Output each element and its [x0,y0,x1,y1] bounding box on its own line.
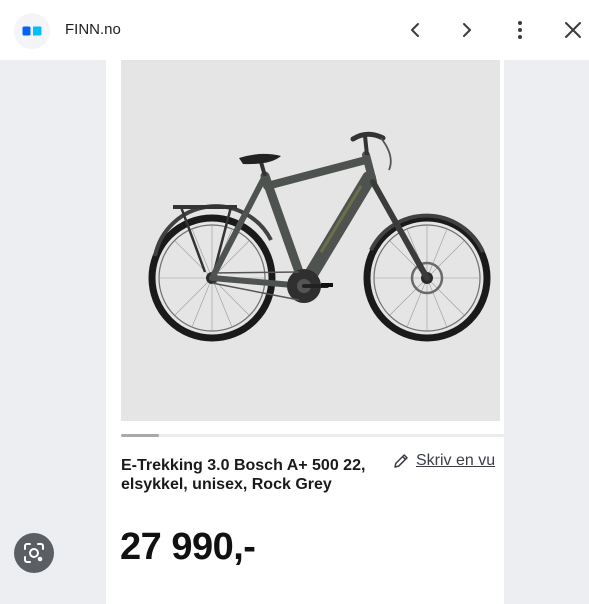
carousel-position-thumb [121,434,159,437]
write-review-label: Skriv en vu [416,452,496,469]
lens-search-button[interactable] [14,533,54,573]
more-options-button[interactable] [506,16,534,44]
lens-search-icon [24,543,44,563]
listing-card: E-Trekking 3.0 Bosch A+ 500 22, elsykkel… [106,60,504,604]
listing-title[interactable]: E-Trekking 3.0 Bosch A+ 500 22, elsykkel… [121,456,381,494]
finn-logo-icon [14,13,50,49]
chevron-right-icon [463,23,471,37]
listing-price: 27 990,- [120,526,256,568]
browser-header: FINN.no [0,0,589,60]
write-review-link[interactable]: Skriv en vu [392,452,495,470]
chevron-left-icon [411,23,419,37]
forward-button[interactable] [453,16,481,44]
more-vertical-icon [518,21,522,39]
bicycle-image [148,131,491,342]
back-button[interactable] [401,16,429,44]
close-button[interactable] [559,16,587,44]
close-icon [565,22,581,38]
image-carousel-indicator[interactable] [121,434,504,437]
pencil-icon [394,454,408,468]
product-photo[interactable] [121,60,500,421]
site-name: FINN.no [65,21,121,38]
